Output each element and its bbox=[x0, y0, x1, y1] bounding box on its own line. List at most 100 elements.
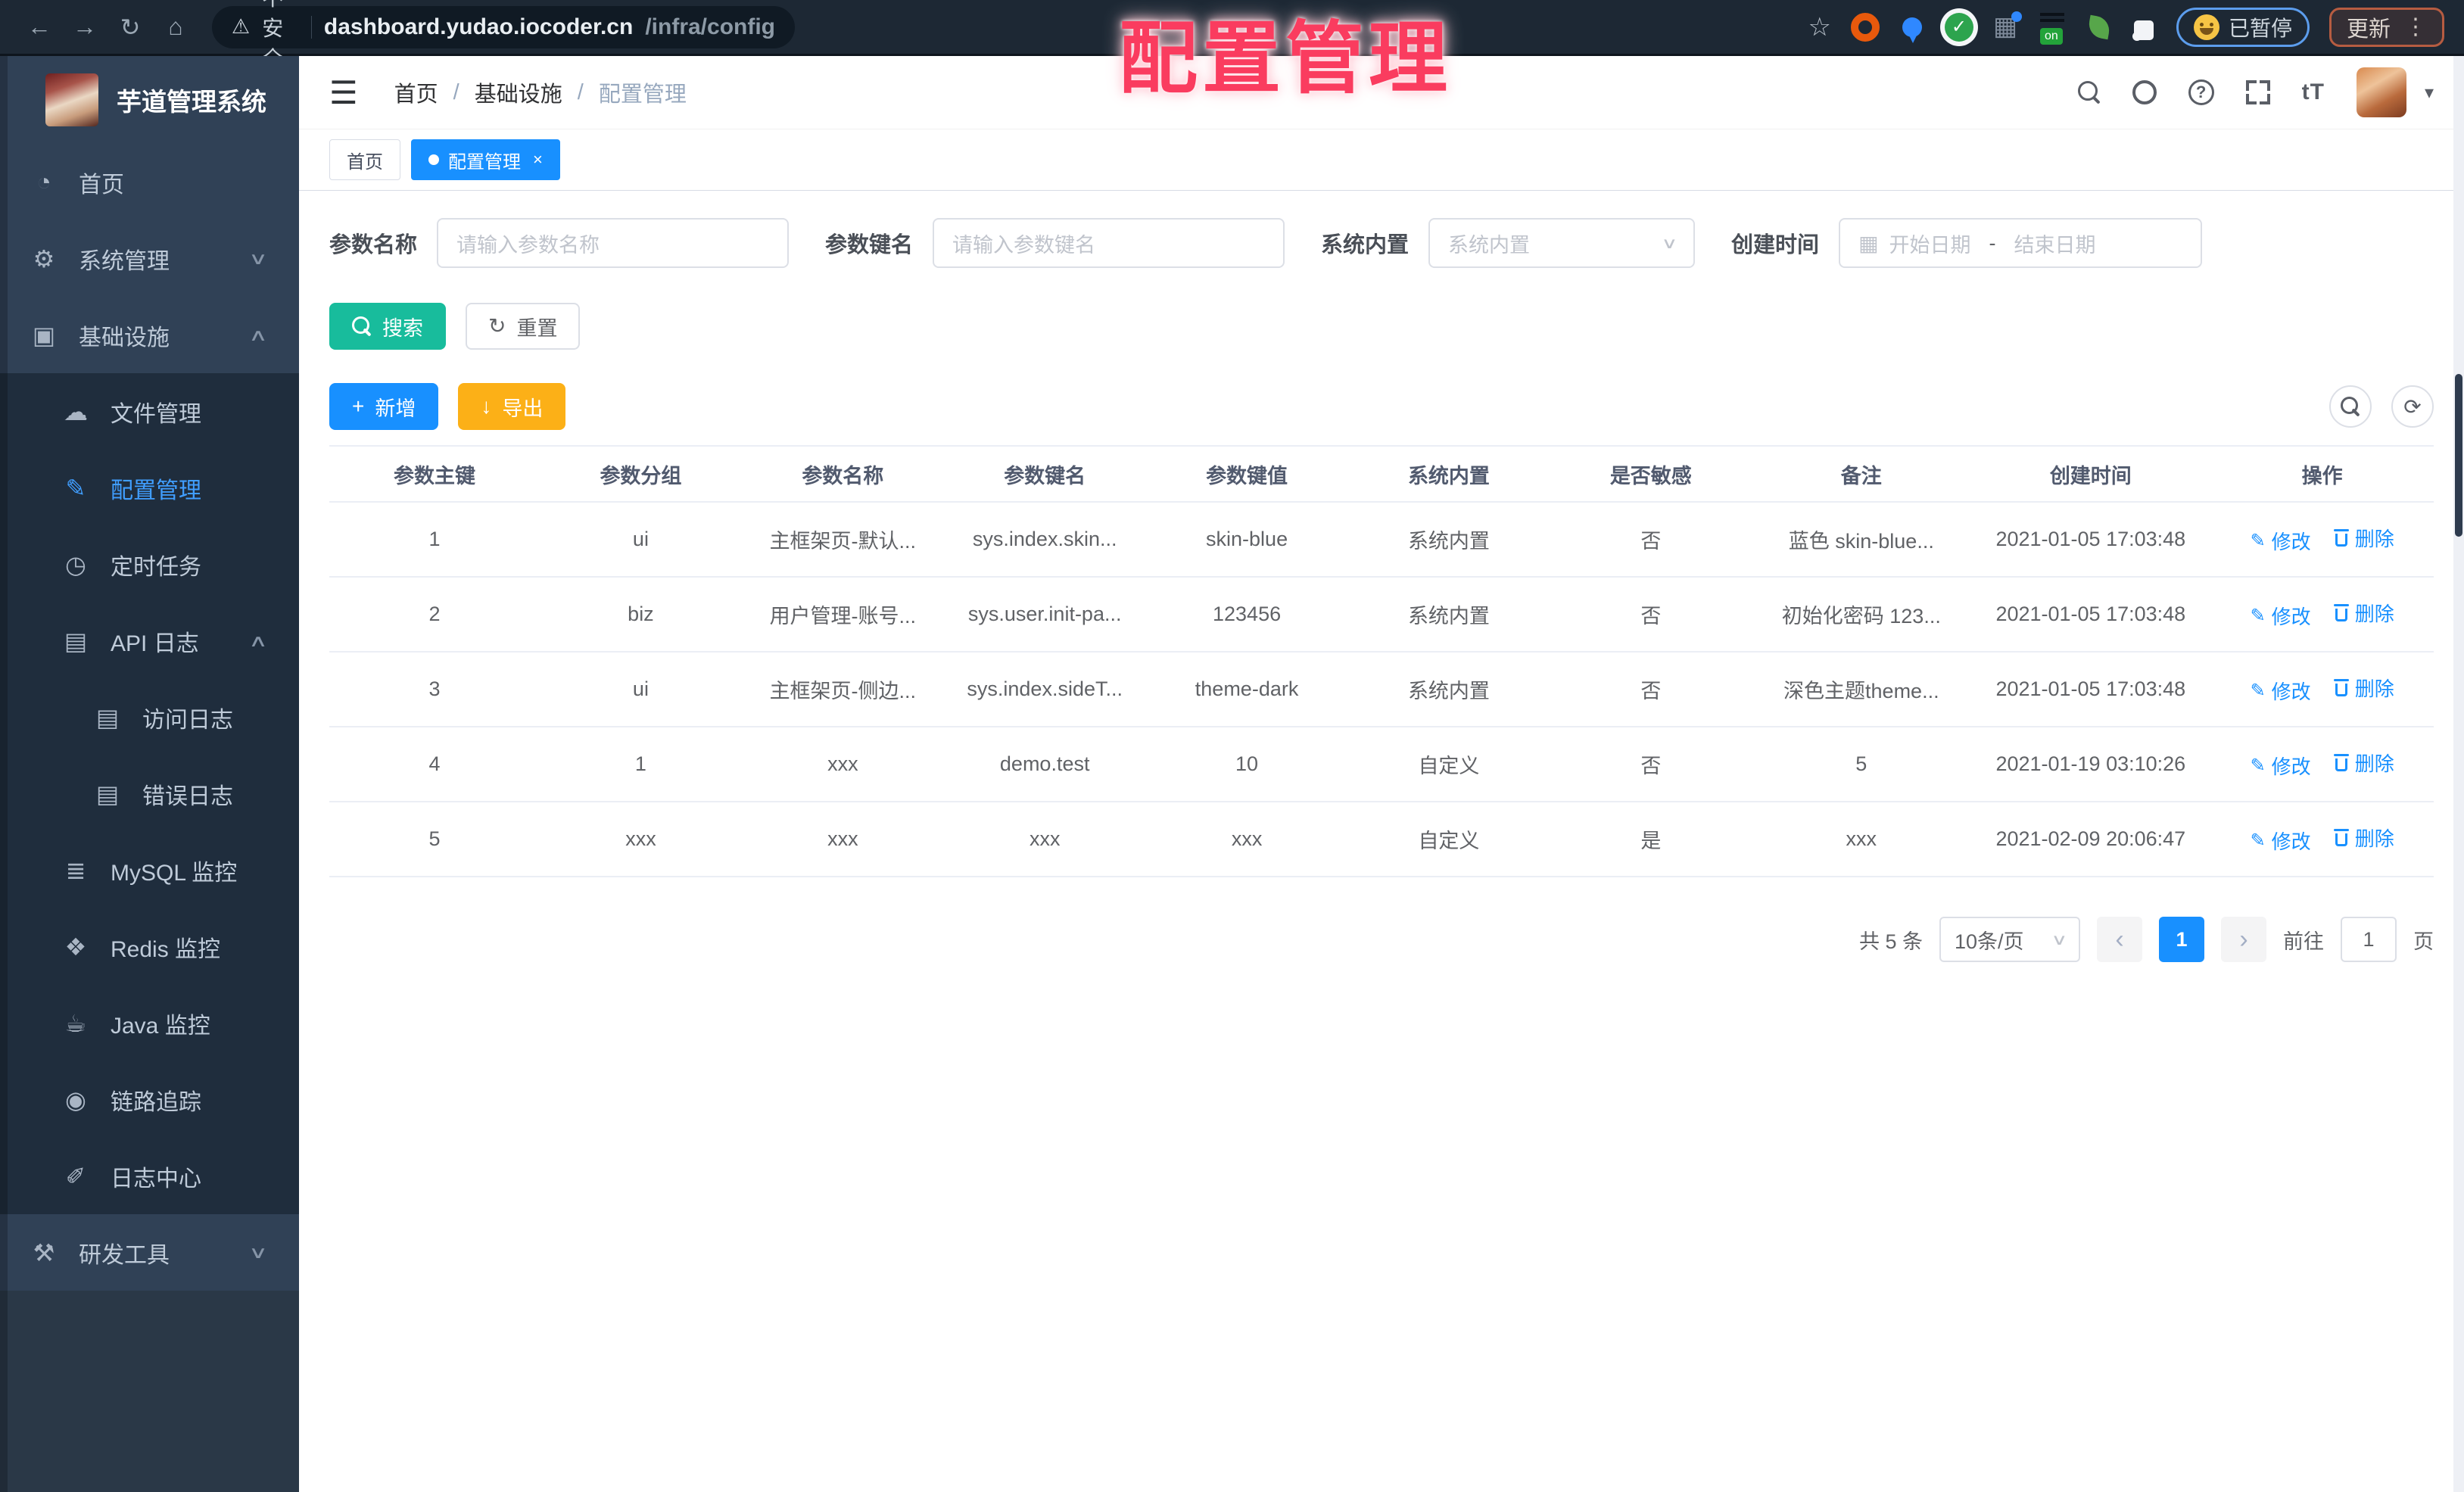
add-button[interactable]: + 新增 bbox=[329, 383, 439, 430]
sidebar-item[interactable]: ⚒ 研发工具 ∨ bbox=[0, 1214, 299, 1291]
goto-page-input[interactable]: 1 bbox=[2341, 917, 2397, 962]
sidebar-item[interactable]: ⚙ 系统管理 ∨ bbox=[0, 220, 299, 297]
sidebar-item-label: 文件管理 bbox=[111, 401, 201, 427]
export-button[interactable]: ↓ 导出 bbox=[458, 383, 566, 430]
browser-back-icon[interactable]: ← bbox=[20, 8, 59, 47]
browser-update-button[interactable]: 更新 ⋮ bbox=[2328, 7, 2444, 47]
edit-link[interactable]: ✎ 修改 bbox=[2251, 677, 2311, 705]
search-icon[interactable] bbox=[2077, 81, 2101, 104]
user-avatar[interactable] bbox=[2356, 67, 2406, 117]
param-key-input[interactable]: 请输入参数键名 bbox=[933, 218, 1285, 268]
table-cell: biz bbox=[540, 577, 742, 653]
delete-link[interactable]: 删除 bbox=[2333, 674, 2394, 702]
browser-forward-icon[interactable]: → bbox=[65, 8, 104, 47]
page-size-select[interactable]: 10条/页 ∨ bbox=[1939, 917, 2080, 962]
edit-link[interactable]: ✎ 修改 bbox=[2251, 527, 2311, 555]
param-key-label: 参数键名 bbox=[825, 233, 914, 257]
date-range-picker[interactable]: ▦ 开始日期 - 结束日期 bbox=[1839, 218, 2203, 268]
sidebar-item[interactable]: ▤ 访问日志 bbox=[0, 679, 299, 755]
sidebar-item[interactable]: ❖ Redis 监控 bbox=[0, 908, 299, 985]
delete-link[interactable]: 删除 bbox=[2333, 524, 2394, 552]
browser-home-icon[interactable]: ⌂ bbox=[156, 8, 195, 47]
table-cell: 是 bbox=[1550, 802, 1752, 877]
kebab-menu-icon[interactable]: ⋮ bbox=[2404, 14, 2427, 40]
tab-active[interactable]: 配置管理 × bbox=[411, 139, 560, 180]
extension-icons bbox=[1850, 11, 2157, 45]
refresh-table-button[interactable]: ⟳ bbox=[2391, 385, 2434, 428]
page-scrollbar[interactable] bbox=[2453, 56, 2464, 1492]
column-header: 参数键名 bbox=[943, 445, 1146, 503]
prev-page-button[interactable]: ‹ bbox=[2097, 917, 2142, 962]
table-cell: 1 bbox=[329, 502, 540, 578]
green-check-extension-icon[interactable] bbox=[1944, 12, 1973, 42]
help-icon[interactable]: ? bbox=[2188, 79, 2214, 105]
sidebar-item[interactable]: ◷ 定时任务 bbox=[0, 526, 299, 603]
delete-icon bbox=[2333, 528, 2349, 547]
reset-button[interactable]: ↻ 重置 bbox=[466, 303, 581, 350]
breadcrumb-item[interactable]: 首页 bbox=[394, 76, 438, 108]
sidebar-item[interactable]: ▣ 基础设施 ∧ bbox=[0, 297, 299, 373]
sidebar-item[interactable]: ◔ 首页 bbox=[0, 144, 299, 220]
tab-item[interactable]: 首页 bbox=[329, 139, 400, 180]
breadcrumb-item[interactable]: 配置管理 bbox=[599, 76, 687, 108]
on-badge-extension-icon[interactable] bbox=[2039, 12, 2067, 45]
page-number-1[interactable]: 1 bbox=[2159, 917, 2204, 962]
gear-icon: ⚙ bbox=[33, 245, 55, 273]
browser-reload-icon[interactable]: ↻ bbox=[111, 8, 150, 47]
delete-link[interactable]: 删除 bbox=[2333, 749, 2394, 777]
leaf-extension-icon[interactable] bbox=[2086, 14, 2112, 39]
address-bar[interactable]: ⚠ 不安全 dashboard.yudao.iocoder.cn /infra/… bbox=[212, 0, 795, 70]
sidebar-item[interactable]: ☁ 文件管理 bbox=[0, 373, 299, 450]
sidebar-item[interactable]: ☕ Java 监控 bbox=[0, 985, 299, 1061]
chevron-down-icon: ∨ bbox=[248, 248, 268, 268]
fullscreen-icon[interactable] bbox=[2245, 80, 2270, 104]
sidebar-item[interactable]: ▤ API 日志 ∧ bbox=[0, 603, 299, 679]
log-center-icon: ✐ bbox=[65, 1162, 86, 1190]
delete-link[interactable]: 删除 bbox=[2333, 599, 2394, 627]
sidebar-menu: ◔ 首页 ⚙ 系统管理 ∨ ▣ 基础设施 ∧ ☁ 文件管理 ✎ 配置管理 ◷ 定时任务 ▤ API 日志 ∧ ▤ 访… bbox=[0, 144, 299, 1291]
sidebar-item[interactable]: ◉ 链路追踪 bbox=[0, 1061, 299, 1138]
search-button[interactable]: 搜索 bbox=[329, 303, 446, 350]
font-size-icon[interactable]: tT bbox=[2302, 79, 2325, 105]
edit-icon: ✎ bbox=[2250, 531, 2266, 552]
next-page-button[interactable]: › bbox=[2221, 917, 2266, 962]
delete-icon bbox=[2333, 828, 2349, 847]
sidebar-item[interactable]: ✎ 配置管理 bbox=[0, 450, 299, 526]
toggle-search-button[interactable] bbox=[2329, 385, 2372, 428]
sidebar-item[interactable]: ≣ MySQL 监控 bbox=[0, 832, 299, 908]
orange-ring-extension-icon[interactable] bbox=[1850, 12, 1880, 42]
chevron-down-icon[interactable]: ▾ bbox=[2425, 82, 2434, 104]
paused-badge[interactable]: 已暂停 bbox=[2176, 7, 2310, 47]
doc-icon: ▤ bbox=[95, 780, 120, 808]
sidebar-item[interactable]: ✐ 日志中心 bbox=[0, 1138, 299, 1214]
table-cell: skin-blue bbox=[1145, 502, 1348, 578]
delete-link[interactable]: 删除 bbox=[2333, 824, 2394, 852]
grid-extension-icon[interactable] bbox=[1992, 11, 2022, 42]
update-label: 更新 bbox=[2346, 17, 2391, 42]
table-cell: ui bbox=[540, 502, 742, 578]
sidebar-item[interactable]: ▤ 错误日志 bbox=[0, 755, 299, 832]
filter-builtin: 系统内置 系统内置 ∨ bbox=[1321, 218, 1696, 268]
edit-link[interactable]: ✎ 修改 bbox=[2251, 752, 2311, 780]
actions-cell: ✎ 修改 删除 bbox=[2210, 577, 2434, 653]
bookmark-star-icon[interactable]: ☆ bbox=[1808, 12, 1830, 42]
hamburger-icon[interactable]: ☰ bbox=[329, 74, 358, 111]
breadcrumb-item[interactable]: 基础设施 bbox=[475, 76, 562, 108]
search-label: 搜索 bbox=[382, 316, 423, 340]
close-icon[interactable]: × bbox=[533, 150, 543, 170]
puzzle-extension-icon[interactable] bbox=[2132, 20, 2154, 41]
edit-link[interactable]: ✎ 修改 bbox=[2251, 827, 2311, 855]
scrollbar-thumb[interactable] bbox=[2455, 374, 2462, 537]
sidebar-logo-row[interactable]: 芋道管理系统 bbox=[0, 56, 299, 144]
builtin-select[interactable]: 系统内置 ∨ bbox=[1428, 218, 1696, 268]
edit-icon: ✎ bbox=[2250, 606, 2266, 627]
github-icon[interactable] bbox=[2132, 80, 2157, 104]
edit-link[interactable]: ✎ 修改 bbox=[2251, 602, 2311, 630]
delete-icon bbox=[2333, 753, 2349, 772]
table-cell: xxx bbox=[1145, 802, 1348, 877]
blue-pin-extension-icon[interactable] bbox=[1902, 17, 1922, 43]
filter-row: 参数名称 请输入参数名称 参数键名 请输入参数键名 系统内置 系统内置 ∨ 创建… bbox=[329, 218, 2434, 268]
dashboard-icon: ◔ bbox=[36, 168, 51, 195]
table-row: 3 ui 主框架页-侧边... sys.index.sideT... theme-dar… bbox=[329, 652, 2434, 727]
param-name-input[interactable]: 请输入参数名称 bbox=[437, 218, 790, 268]
